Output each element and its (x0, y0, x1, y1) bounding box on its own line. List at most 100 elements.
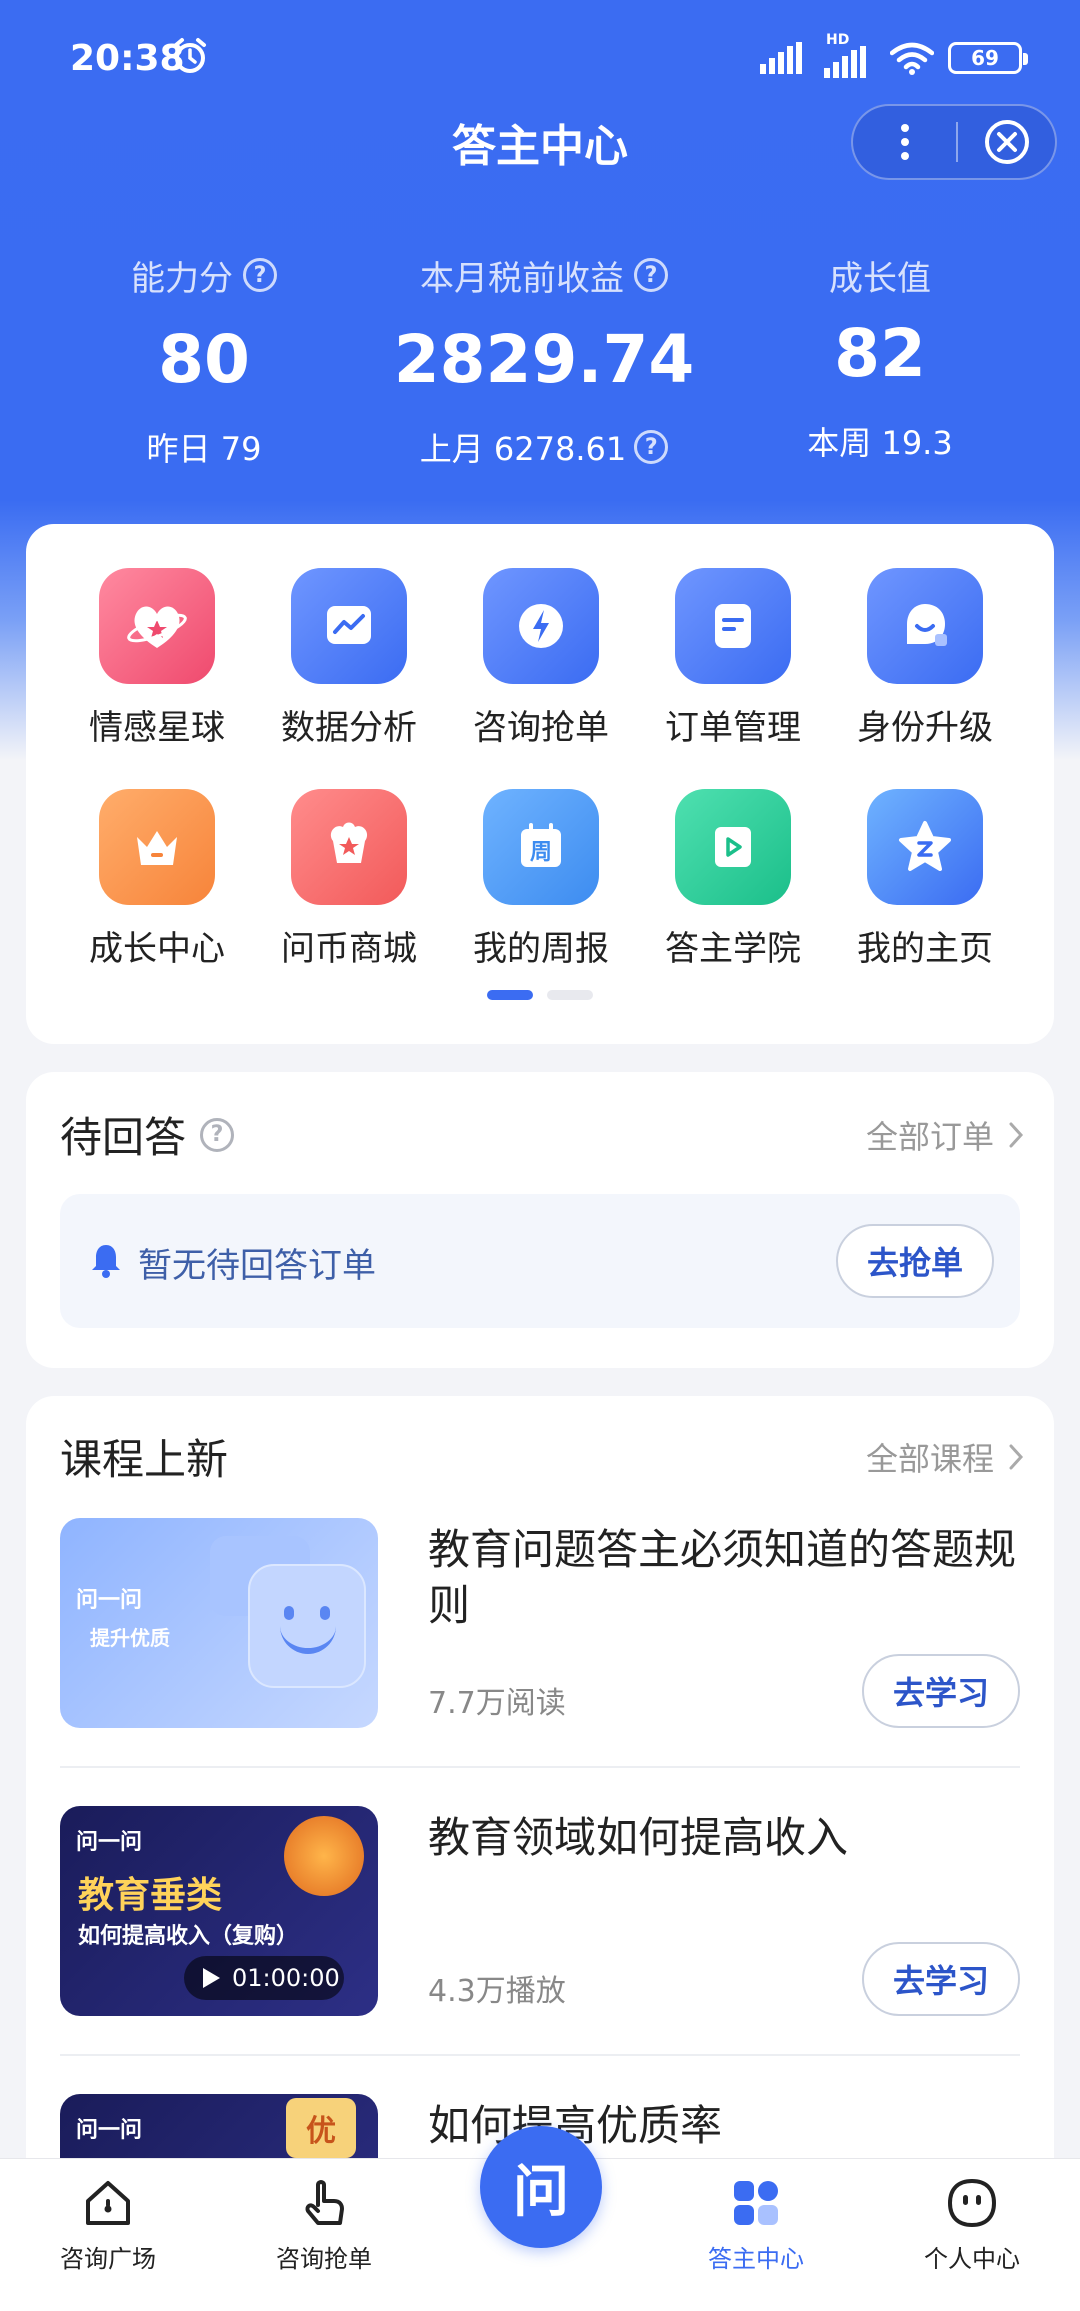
stat-label-text: 本月税前收益 (420, 258, 624, 299)
thumb-sub: 如何提高收入（复购） (78, 1924, 299, 1949)
calendar-icon: 周 (483, 789, 599, 905)
grid-item-academy[interactable]: 答主学院 (637, 789, 829, 970)
thumb-text: 提升优质 (90, 1626, 170, 1650)
stat-sub: 上月 6278.61? (364, 424, 724, 470)
shop-star-icon (291, 789, 407, 905)
study-button[interactable]: 去学习 (862, 1942, 1020, 2016)
battery-icon: 69 (948, 42, 1028, 74)
course-item[interactable]: 问一问 教育垂类 如何提高收入（复购） 01:00:00 教育领域如何提高收入 … (60, 1806, 1020, 2020)
thumb-brand: 问一问 (76, 1830, 143, 1855)
course-thumbnail: 问一问 提升优质 (60, 1518, 378, 1728)
stat-value: 2829.74 (393, 321, 695, 398)
duration-text: 01:00:00 (232, 1964, 340, 1992)
help-icon[interactable]: ? (634, 430, 669, 464)
more-dots-icon (900, 124, 909, 160)
face-icon (947, 2178, 997, 2228)
calendar-glyph: 周 (530, 840, 552, 865)
grid-item-label: 订单管理 (665, 708, 801, 748)
heart-planet-icon (99, 568, 215, 684)
signal-icon (760, 42, 802, 74)
stat-sub: 昨日 79 (146, 430, 262, 468)
all-orders-link[interactable]: 全部订单 (866, 1112, 1024, 1158)
section-title-text: 待回答 (60, 1113, 187, 1162)
grid-item-label: 情感星球 (89, 708, 225, 748)
stat-label: 成长值 (700, 250, 1060, 300)
grid-item-identity-upgrade[interactable]: 身份升级 (829, 568, 1021, 749)
all-courses-link[interactable]: 全部课程 (866, 1434, 1024, 1480)
stat-label: 能力分? (24, 250, 384, 300)
tab-grab-order[interactable]: 咨询抢单 (244, 2175, 404, 2274)
empty-state-text: 暂无待回答订单 (138, 1246, 376, 1286)
stat-sub: 本周 19.3 (807, 424, 953, 462)
thumb-text: 教育垂类 (78, 1875, 223, 1916)
course-title: 教育问题答主必须知道的答题规则 (428, 1525, 1017, 1630)
section-title: 课程上新 (60, 1435, 229, 1484)
star-profile-icon (867, 789, 983, 905)
stat-sub-text: 上月 6278.61 (419, 430, 627, 468)
smile-bubble-icon (248, 1564, 366, 1688)
divider (60, 1766, 1020, 1768)
stat-value: 80 (158, 321, 250, 398)
status-time: 20:38 (70, 38, 185, 79)
chart-icon (291, 568, 407, 684)
empty-state-box: 暂无待回答订单 去抢单 (60, 1194, 1020, 1328)
bucket-illustration-icon (284, 1816, 364, 1896)
more-button[interactable] (853, 106, 956, 178)
grid-item-label: 答主学院 (665, 929, 801, 969)
stat-income[interactable]: 本月税前收益? 2829.74 上月 6278.61? (364, 250, 724, 470)
signal-hd-icon: HD (824, 32, 876, 78)
tab-personal-center[interactable]: 个人中心 (892, 2175, 1052, 2274)
grid-item-emotion-planet[interactable]: 情感星球 (61, 568, 253, 749)
grab-order-button[interactable]: 去抢单 (836, 1224, 994, 1298)
grid-item-data-analysis[interactable]: 数据分析 (253, 568, 445, 749)
grid-item-grab-order[interactable]: 咨询抢单 (445, 568, 637, 749)
crown-icon (99, 789, 215, 905)
grid-item-label: 我的周报 (473, 929, 609, 969)
chevron-right-icon (1009, 1444, 1024, 1470)
stat-value: 82 (834, 315, 926, 392)
lightning-icon (483, 568, 599, 684)
grid-item-weekly-report[interactable]: 周 我的周报 (445, 789, 637, 970)
stat-label-text: 能力分 (131, 258, 233, 299)
quality-badge-icon: 优 (286, 2098, 356, 2158)
page-dot[interactable] (547, 990, 593, 1000)
grid-item-growth-center[interactable]: 成长中心 (61, 789, 253, 970)
help-icon[interactable]: ? (634, 258, 668, 292)
feature-grid-card: 情感星球 数据分析 咨询抢单 订单管理 身份升级 成长中心 问币商城 周 我的周… (26, 524, 1054, 1044)
page-indicator (26, 990, 1054, 1000)
stat-growth[interactable]: 成长值 82 本周 19.3 (700, 250, 1060, 464)
page-dot-active[interactable] (487, 990, 533, 1000)
document-icon (675, 568, 791, 684)
study-button[interactable]: 去学习 (862, 1654, 1020, 1728)
tab-consult-square[interactable]: 咨询广场 (28, 2175, 188, 2274)
status-bar: 20:38 HD 69 (0, 0, 1080, 110)
alarm-icon (174, 38, 206, 73)
course-meta: 7.7万阅读 (428, 1686, 566, 1721)
link-text: 全部订单 (865, 1118, 994, 1156)
section-title: 待回答 ? (60, 1104, 235, 1165)
stat-ability[interactable]: 能力分? 80 昨日 79 (24, 250, 384, 470)
grid-icon (734, 2181, 778, 2225)
help-icon[interactable]: ? (243, 258, 277, 292)
thumb-brand: 问一问 (76, 2118, 143, 2143)
help-icon[interactable]: ? (200, 1117, 235, 1152)
grid-item-coin-mall[interactable]: 问币商城 (253, 789, 445, 970)
grid-item-label: 问币商城 (281, 929, 417, 969)
close-button[interactable] (958, 118, 1055, 166)
stat-label: 本月税前收益? (364, 250, 724, 300)
tab-label: 答主中心 (708, 2245, 804, 2273)
wifi-icon (890, 42, 934, 75)
grid-item-my-homepage[interactable]: 我的主页 (829, 789, 1021, 970)
link-text: 全部课程 (865, 1440, 994, 1478)
tab-answerer-center[interactable]: 答主中心 (676, 2175, 836, 2274)
play-book-icon (675, 789, 791, 905)
tab-label: 咨询广场 (60, 2245, 156, 2273)
ask-center-button[interactable]: 问 (480, 2126, 602, 2248)
course-item[interactable]: 问一问 提升优质 教育问题答主必须知道的答题规则 7.7万阅读 去学习 (60, 1518, 1020, 1732)
course-title: 教育领域如何提高收入 (428, 1813, 849, 1862)
user-badge-icon (867, 568, 983, 684)
grid-item-label: 身份升级 (857, 708, 993, 748)
grid-item-order-management[interactable]: 订单管理 (637, 568, 829, 749)
divider (60, 2054, 1020, 2056)
video-duration-badge: 01:00:00 (184, 1956, 344, 2000)
